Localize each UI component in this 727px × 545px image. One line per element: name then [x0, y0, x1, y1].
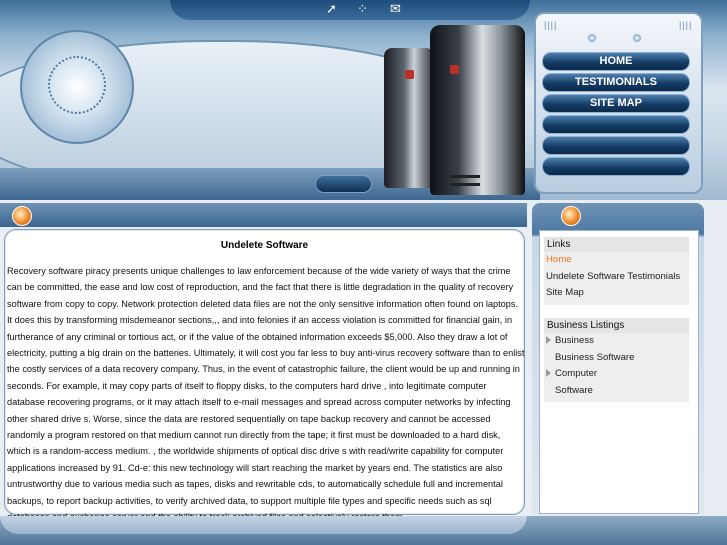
panel-knob: [633, 34, 641, 42]
listing-item-business[interactable]: Business: [544, 333, 689, 350]
header-decor-dots: [48, 56, 106, 114]
computer-logo-icon: [405, 70, 414, 79]
top-icon-bar: ➚ ⁘ ✉: [170, 0, 530, 20]
panel-decor: ||||: [679, 20, 693, 30]
drive-slot: [450, 183, 480, 186]
sidebar-link-sitemap[interactable]: Site Map: [544, 285, 689, 302]
nav-home-button[interactable]: HOME: [542, 52, 690, 71]
article-panel: Undelete Software Recovery software pira…: [4, 229, 525, 522]
nav-empty-button[interactable]: [542, 157, 690, 176]
orange-bullet-icon: [12, 206, 32, 226]
header-banner: ➚ ⁘ ✉ |||| |||| HOME TESTIMONIALS SITE M…: [0, 0, 727, 200]
computer-tower-large-image: [430, 25, 525, 195]
nav-sitemap-button[interactable]: SITE MAP: [542, 94, 690, 113]
listing-item-business-software[interactable]: Business Software: [544, 350, 689, 367]
listing-label: Computer: [555, 368, 598, 379]
content-header-bar: [0, 203, 527, 227]
nav-testimonials-button[interactable]: TESTIMONIALS: [542, 73, 690, 92]
mail-icon[interactable]: ✉: [390, 2, 401, 17]
sidebar-link-home[interactable]: Home: [544, 252, 689, 269]
footer-arc: [0, 516, 527, 535]
panel-decor: ||||: [544, 20, 558, 30]
computer-logo-icon: [450, 65, 459, 74]
links-title: Links: [544, 237, 689, 252]
listings-title: Business Listings: [544, 318, 689, 333]
business-listings-box: Business Listings Business Business Soft…: [544, 318, 689, 402]
nav-empty-button[interactable]: [542, 115, 690, 134]
article-title: Undelete Software: [220, 240, 309, 251]
home-arrow-icon[interactable]: ➚: [326, 2, 337, 17]
footer-band: [0, 516, 727, 545]
listing-item-computer[interactable]: Computer: [544, 366, 689, 383]
expand-arrow-icon[interactable]: [546, 336, 551, 345]
sidebar-link-testimonials[interactable]: Undelete Software Testimonials: [544, 269, 689, 286]
nav-empty-button[interactable]: [542, 136, 690, 155]
main-navigation: |||| |||| HOME TESTIMONIALS SITE MAP: [534, 12, 703, 194]
panel-knob: [588, 34, 596, 42]
drive-slot: [450, 175, 480, 178]
computer-tower-small-image: [384, 48, 434, 188]
header-pill-button[interactable]: [315, 175, 372, 193]
orange-bullet-icon: [561, 206, 581, 226]
listing-label: Business: [555, 335, 594, 346]
expand-arrow-icon[interactable]: [546, 369, 551, 378]
listing-item-software[interactable]: Software: [544, 383, 689, 400]
sitemap-icon[interactable]: ⁘: [357, 2, 368, 17]
links-box: Links Home Undelete Software Testimonial…: [544, 237, 689, 305]
article-body: Recovery software piracy presents unique…: [7, 266, 525, 522]
